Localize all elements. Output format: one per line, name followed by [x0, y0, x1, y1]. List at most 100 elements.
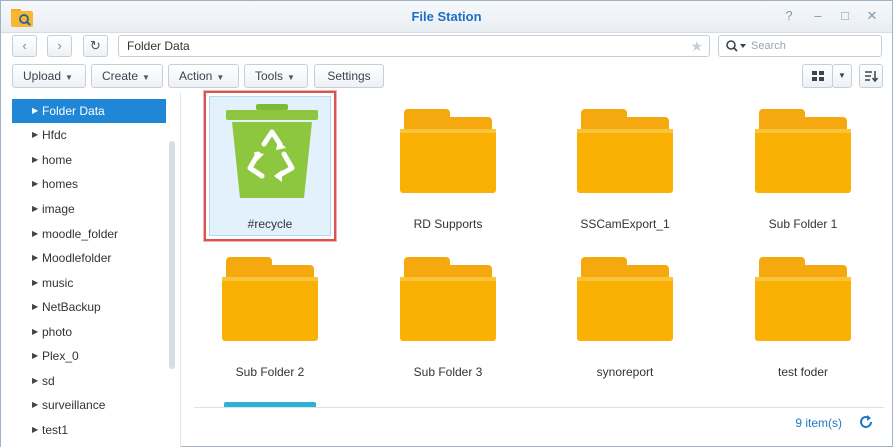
create-button[interactable]: Create ▼	[91, 64, 163, 88]
expand-arrow-icon[interactable]: ▶	[32, 271, 38, 295]
sidebar-item-sd[interactable]: ▶ sd	[12, 369, 166, 393]
expand-arrow-icon[interactable]: ▶	[32, 295, 38, 319]
file-name: synoreport	[596, 365, 654, 379]
favorite-star-icon[interactable]: ★	[690, 36, 703, 56]
search-box[interactable]	[718, 35, 882, 57]
sidebar-item-label: Hfdc	[42, 128, 67, 142]
file-name: test foder	[777, 365, 829, 379]
settings-button[interactable]: Settings	[314, 64, 384, 88]
folder-item-sub-folder-2[interactable]: Sub Folder 2	[205, 241, 335, 381]
chevron-down-icon: ▼	[287, 73, 295, 82]
action-label: Action	[179, 69, 213, 83]
title-bar: File Station ? – □ ✕	[1, 1, 892, 33]
expand-arrow-icon[interactable]: ▶	[32, 197, 38, 221]
file-name: Sub Folder 2	[235, 365, 305, 379]
status-bar: 9 item(s)	[194, 407, 884, 437]
action-button[interactable]: Action ▼	[168, 64, 239, 88]
expand-arrow-icon[interactable]: ▶	[32, 344, 38, 368]
folder-item-sub-folder-3[interactable]: Sub Folder 3	[383, 241, 513, 381]
create-label: Create	[102, 69, 139, 83]
folder-icon	[222, 257, 318, 341]
sidebar-item-label: homes	[42, 177, 79, 191]
sort-button[interactable]	[859, 64, 883, 88]
chevron-down-icon: ▼	[838, 71, 846, 80]
window-title: File Station	[411, 9, 482, 24]
maximize-button[interactable]: □	[837, 8, 853, 24]
toolbar: Upload ▼ Create ▼ Action ▼ Tools ▼ Settings …	[1, 63, 892, 89]
sidebar-item-label: music	[42, 276, 74, 290]
refresh-nav-button[interactable]: ↻	[83, 35, 108, 57]
folder-icon	[400, 109, 496, 193]
sidebar-item-label: Plex_0	[42, 349, 79, 363]
navigation-bar: ‹ › ↻ Folder Data ★	[1, 33, 892, 59]
folder-item-test-foder[interactable]: test foder	[738, 241, 868, 381]
file-name: SSCamExport_1	[580, 217, 670, 231]
search-input[interactable]	[751, 38, 877, 54]
thumbnail-view-icon	[811, 71, 824, 81]
file-name: RD Supports	[413, 217, 483, 231]
sidebar-item-label: photo	[42, 325, 73, 339]
folder-icon	[400, 257, 496, 341]
help-button[interactable]: ?	[781, 8, 797, 24]
sidebar-item-netbackup[interactable]: ▶ NetBackup	[12, 295, 166, 319]
expand-arrow-icon[interactable]: ▶	[32, 418, 38, 442]
refresh-icon[interactable]	[858, 414, 874, 430]
folder-tree-sidebar: ▶ Folder Data ▶ Hfdc ▶ home ▶ homes ▶ image ▶…	[1, 93, 181, 447]
chevron-down-icon: ▼	[142, 73, 150, 82]
sort-icon	[865, 71, 879, 83]
sidebar-scrollbar[interactable]	[169, 141, 175, 369]
sidebar-item-label: Moodlefolder	[42, 251, 112, 265]
folder-item-sscamexport-1[interactable]: SSCamExport_1	[560, 93, 690, 233]
folder-icon	[577, 257, 673, 341]
sidebar-item-photo[interactable]: ▶ photo	[12, 320, 166, 344]
expand-arrow-icon[interactable]: ▶	[32, 320, 38, 344]
folder-item-rd-supports[interactable]: RD Supports	[383, 93, 513, 233]
minimize-button[interactable]: –	[810, 8, 826, 24]
settings-label: Settings	[327, 69, 371, 83]
back-button[interactable]: ‹	[12, 35, 37, 57]
path-text: Folder Data	[127, 39, 190, 53]
folder-icon	[755, 109, 851, 193]
sidebar-item-music[interactable]: ▶ music	[12, 271, 166, 295]
item-count: 9 item(s)	[795, 416, 842, 430]
sidebar-item-moodlefolder[interactable]: ▶ Moodlefolder	[12, 246, 166, 270]
sidebar-item-homes[interactable]: ▶ homes	[12, 172, 166, 196]
sidebar-item-home[interactable]: ▶ home	[12, 148, 166, 172]
folder-icon	[755, 257, 851, 341]
forward-button[interactable]: ›	[47, 35, 72, 57]
path-bar[interactable]: Folder Data ★	[118, 35, 710, 57]
sidebar-item-test1[interactable]: ▶ test1	[12, 418, 166, 442]
view-mode-dropdown[interactable]: ▼	[832, 64, 852, 88]
file-station-window: File Station ? – □ ✕ ‹ › ↻ Folder Data ★…	[0, 0, 893, 447]
view-mode-button[interactable]	[802, 64, 833, 88]
sidebar-item-label: test1	[42, 423, 69, 437]
expand-arrow-icon[interactable]: ▶	[32, 172, 38, 196]
expand-arrow-icon[interactable]: ▶	[32, 148, 38, 172]
sidebar-item-plex-0[interactable]: ▶ Plex_0	[12, 344, 166, 368]
upload-button[interactable]: Upload ▼	[12, 64, 86, 88]
folder-icon	[577, 109, 673, 193]
expand-arrow-icon[interactable]: ▶	[32, 123, 38, 147]
recycle-bin-icon[interactable]	[226, 104, 318, 200]
sidebar-item-label: Folder Data	[42, 104, 105, 118]
sidebar-item-label: NetBackup	[42, 300, 101, 314]
expand-arrow-icon[interactable]: ▶	[32, 99, 38, 123]
sidebar-item-label: sd	[42, 374, 55, 388]
sidebar-item-label: moodle_folder	[42, 227, 119, 241]
expand-arrow-icon[interactable]: ▶	[32, 246, 38, 270]
folder-item-synoreport[interactable]: synoreport	[560, 241, 690, 381]
search-icon[interactable]	[725, 39, 747, 53]
expand-arrow-icon[interactable]: ▶	[32, 393, 38, 417]
file-name-recycle[interactable]: #recycle	[205, 217, 335, 231]
expand-arrow-icon[interactable]: ▶	[32, 369, 38, 393]
tools-button[interactable]: Tools ▼	[244, 64, 308, 88]
folder-item-sub-folder-1[interactable]: Sub Folder 1	[738, 93, 868, 233]
close-button[interactable]: ✕	[864, 8, 880, 24]
sidebar-item-moodle-folder[interactable]: ▶ moodle_folder	[12, 222, 166, 246]
tools-label: Tools	[255, 69, 284, 83]
expand-arrow-icon[interactable]: ▶	[32, 222, 38, 246]
sidebar-item-surveillance[interactable]: ▶ surveillance	[12, 393, 166, 417]
sidebar-item-hfdc[interactable]: ▶ Hfdc	[12, 123, 166, 147]
sidebar-item-folder-data[interactable]: ▶ Folder Data	[12, 99, 166, 123]
sidebar-item-image[interactable]: ▶ image	[12, 197, 166, 221]
